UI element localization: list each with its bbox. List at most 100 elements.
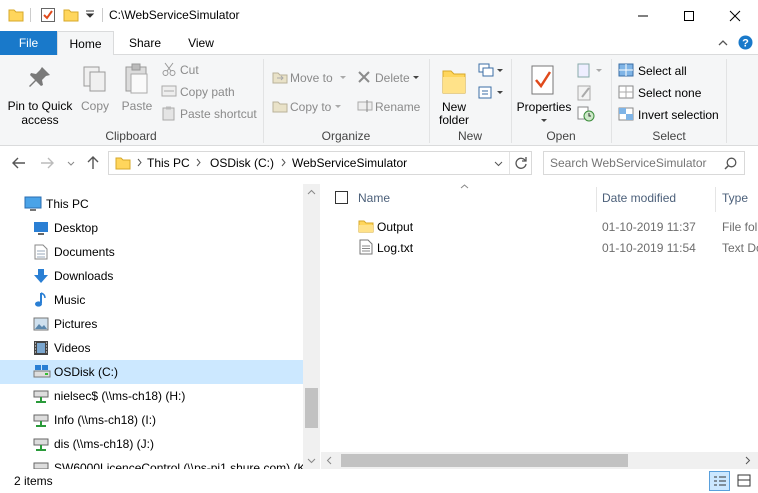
pin-to-quick-access-button[interactable]: Pin to Quick access [4, 59, 76, 127]
help-icon[interactable]: ? [738, 35, 753, 50]
close-button[interactable] [712, 0, 758, 31]
sort-ascending-icon [460, 184, 469, 189]
breadcrumb-osdisk[interactable]: OSDisk (C:) [210, 156, 274, 170]
nav-item-documents[interactable]: Documents [0, 240, 303, 264]
scissors-icon [162, 62, 176, 76]
maximize-button[interactable] [666, 0, 712, 31]
nav-label: SW6000LicenceControl (\\ps-pj1.shure.com… [54, 461, 303, 469]
address-bar[interactable]: This PC OSDisk (C:) WebServiceSimulator [108, 151, 532, 175]
new-folder-button[interactable]: New folder [434, 59, 474, 127]
documents-icon [33, 244, 49, 260]
folder-icon [358, 218, 374, 234]
minimize-button[interactable] [620, 0, 666, 31]
delete-button[interactable]: Delete [356, 68, 424, 86]
cut-button[interactable]: Cut [160, 61, 255, 78]
large-icons-view-button[interactable] [734, 471, 755, 491]
breadcrumb-webservicesimulator[interactable]: WebServiceSimulator [292, 156, 407, 170]
network-drive-icon [33, 388, 49, 404]
new-item-button[interactable] [478, 63, 504, 81]
select-all-checkbox[interactable] [335, 191, 348, 204]
copy-path-button[interactable]: Copy path [160, 83, 255, 100]
move-to-dropdown-icon [340, 76, 346, 80]
file-name: Output [377, 220, 414, 234]
copy-button[interactable]: Copy [78, 59, 112, 119]
up-arrow-icon[interactable] [87, 156, 99, 170]
back-arrow-icon[interactable] [12, 157, 26, 169]
tab-view[interactable]: View [175, 31, 227, 55]
tab-home[interactable]: Home [57, 31, 114, 56]
copy-to-button[interactable]: Copy to [270, 97, 350, 115]
copy-to-label: Copy to [290, 100, 332, 114]
nav-item-desktop[interactable]: Desktop [0, 216, 303, 240]
copy-label: Copy [80, 99, 109, 113]
edit-button[interactable] [577, 85, 597, 101]
breadcrumb-separator-icon[interactable] [137, 158, 142, 167]
nav-scrollbar-thumb[interactable] [305, 388, 318, 428]
organize-group-label: Organize [321, 129, 371, 143]
new-folder-label-line2: folder [438, 113, 470, 127]
tab-share[interactable]: Share [117, 31, 173, 55]
nav-item-dis[interactable]: dis (\\ms-ch18) (J:) [0, 432, 303, 456]
scroll-up-icon[interactable] [307, 189, 316, 195]
search-box[interactable] [543, 151, 745, 175]
breadcrumb-separator-icon[interactable] [196, 158, 201, 167]
nav-label: Pictures [54, 317, 98, 331]
scroll-down-icon[interactable] [307, 458, 316, 464]
scroll-right-icon[interactable] [745, 456, 751, 465]
nav-item-osdisk[interactable]: OSDisk (C:) [0, 360, 303, 384]
breadcrumb-separator-icon[interactable] [281, 158, 286, 167]
nav-item-sw6000[interactable]: SW6000LicenceControl (\\ps-pj1.shure.com… [0, 456, 303, 469]
address-history-chevron-icon[interactable] [494, 161, 503, 167]
nav-item-pictures[interactable]: Pictures [0, 312, 303, 336]
nav-item-nielsec[interactable]: nielsec$ (\\ms-ch18) (H:) [0, 384, 303, 408]
paste-label: Paste [121, 99, 153, 113]
refresh-icon[interactable] [514, 156, 528, 170]
nav-scrollbar[interactable] [303, 184, 320, 469]
edit-icon [577, 85, 593, 101]
paste-shortcut-button[interactable]: Paste shortcut [160, 105, 260, 122]
customize-qat-chevron-icon[interactable] [85, 10, 95, 20]
details-view-button[interactable] [709, 471, 730, 491]
select-all-label: Select all [638, 64, 687, 78]
rename-button[interactable]: Rename [356, 97, 424, 115]
horizontal-scrollbar-thumb[interactable] [341, 454, 628, 467]
history-button[interactable] [577, 106, 597, 122]
cut-label: Cut [180, 63, 199, 77]
column-header-name[interactable]: Name [358, 191, 390, 205]
paste-button[interactable]: Paste [118, 59, 156, 119]
column-separator[interactable] [715, 187, 716, 212]
pin-label-line1: Pin to Quick [7, 99, 73, 113]
nav-item-videos[interactable]: Videos [0, 336, 303, 360]
properties-button[interactable]: Properties [515, 59, 573, 125]
nav-item-downloads[interactable]: Downloads [0, 264, 303, 288]
nav-item-info[interactable]: Info (\\ms-ch18) (I:) [0, 408, 303, 432]
select-none-button[interactable]: Select none [618, 84, 718, 101]
open-icon [577, 63, 605, 79]
scroll-left-icon[interactable] [326, 456, 332, 465]
nav-item-this-pc[interactable]: This PC [0, 192, 303, 216]
search-icon[interactable] [724, 157, 737, 170]
content-horizontal-scrollbar[interactable] [321, 452, 758, 469]
forward-arrow-icon[interactable] [40, 157, 54, 169]
nav-label: Desktop [54, 221, 99, 235]
tab-file[interactable]: File [0, 31, 57, 55]
recent-locations-chevron-icon[interactable] [67, 161, 75, 166]
collapse-ribbon-icon[interactable] [718, 38, 728, 46]
column-header-type[interactable]: Type [722, 191, 748, 205]
nav-item-music[interactable]: Music [0, 288, 303, 312]
select-all-button[interactable]: Select all [618, 62, 718, 79]
open-button[interactable] [577, 63, 605, 79]
table-row[interactable]: Output 01-10-2019 11:37 File fol [329, 216, 758, 237]
invert-selection-button[interactable]: Invert selection [618, 106, 724, 123]
table-row[interactable]: Log.txt 01-10-2019 11:54 Text Do [329, 237, 758, 258]
column-separator[interactable] [596, 187, 597, 212]
move-to-button[interactable]: Move to [270, 68, 350, 86]
breadcrumb-this-pc[interactable]: This PC [147, 156, 190, 170]
search-input[interactable] [550, 155, 720, 171]
properties-qat-icon[interactable] [40, 7, 56, 23]
new-folder-qat-icon[interactable] [63, 7, 79, 23]
open-group-label: Open [546, 129, 576, 143]
folder-icon [8, 7, 24, 23]
column-header-date-modified[interactable]: Date modified [602, 191, 676, 205]
easy-access-button[interactable] [478, 85, 504, 103]
